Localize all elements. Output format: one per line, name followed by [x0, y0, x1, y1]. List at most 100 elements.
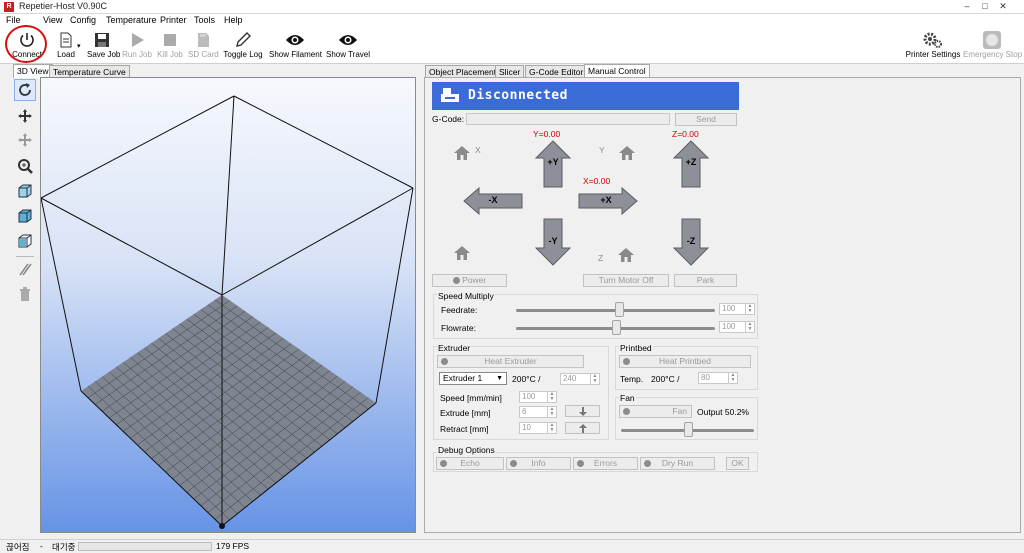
cube-top-icon[interactable]: [14, 230, 36, 252]
tab-3d-view[interactable]: 3D View: [13, 64, 53, 78]
trash-icon[interactable]: [14, 283, 36, 305]
dry-run-label: Dry Run: [661, 458, 694, 468]
printbed-temp-label: Temp.: [620, 374, 644, 384]
chevron-down-icon: ▼: [496, 375, 503, 382]
retract-value: 10: [522, 423, 531, 432]
menu-tools[interactable]: Tools: [194, 15, 215, 25]
dry-run-button[interactable]: Dry Run: [640, 457, 715, 470]
show-travel-button[interactable]: Show Travel: [326, 30, 370, 59]
home-y-icon[interactable]: [618, 145, 636, 163]
menu-help[interactable]: Help: [224, 15, 243, 25]
retract-spinner[interactable]: 10 ▲ ▼: [519, 422, 557, 434]
close-icon[interactable]: ✕: [994, 0, 1012, 12]
turn-motor-off-button[interactable]: Turn Motor Off: [583, 274, 669, 287]
info-led-icon: [510, 460, 517, 467]
save-job-button[interactable]: Save Job: [87, 30, 120, 59]
menu-printer[interactable]: Printer: [160, 15, 187, 25]
sd-card-button[interactable]: SD Card: [188, 30, 219, 59]
move-icon[interactable]: [14, 105, 36, 127]
extruder-speed-label: Speed [mm/min]: [440, 393, 502, 403]
cube-front-icon[interactable]: [14, 205, 36, 227]
window-title: Repetier-Host V0.90C: [19, 1, 108, 11]
cube-iso-icon[interactable]: [14, 180, 36, 202]
kill-job-button[interactable]: Kill Job: [156, 30, 184, 59]
feedrate-spinner[interactable]: 100 ▲ ▼: [719, 303, 755, 315]
extruder-speed-spinner[interactable]: 100 ▲ ▼: [519, 391, 557, 403]
power-button[interactable]: Power: [432, 274, 507, 287]
extruder-target-spinner[interactable]: 240 ▲ ▼: [560, 373, 600, 385]
load-button[interactable]: Load: [53, 30, 79, 59]
3d-viewport[interactable]: [40, 77, 416, 533]
spinner-arrows-icon[interactable]: ▲ ▼: [745, 322, 754, 332]
extruder-select[interactable]: Extruder 1 ▼: [439, 372, 507, 385]
show-filament-button[interactable]: Show Filament: [269, 30, 322, 59]
status-separator: -: [40, 541, 43, 551]
connection-state: 끊어짐: [6, 542, 30, 552]
echo-button[interactable]: Echo: [436, 457, 504, 470]
tab-manual-control[interactable]: Manual Control: [584, 64, 650, 78]
load-dropdown-icon[interactable]: ▾: [77, 42, 81, 50]
gcode-input[interactable]: [466, 113, 670, 125]
extruder-current-temp: 200°C /: [512, 374, 541, 384]
info-button[interactable]: Info: [506, 457, 571, 470]
spinner-arrows-icon[interactable]: ▲ ▼: [728, 373, 737, 383]
retract-button[interactable]: [565, 422, 600, 434]
title-bar: R Repetier-Host V0.90C – □ ✕: [0, 0, 1024, 14]
zoom-icon[interactable]: [14, 155, 36, 177]
heat-printbed-button[interactable]: Heat Printbed: [619, 355, 751, 368]
rotate-icon[interactable]: [14, 79, 36, 101]
move-object-icon[interactable]: [14, 129, 36, 151]
eye-icon: [326, 30, 370, 50]
errors-button[interactable]: Errors: [573, 457, 638, 470]
fan-button[interactable]: Fan: [619, 405, 692, 418]
heat-extruder-button[interactable]: Heat Extruder: [437, 355, 584, 368]
menu-config[interactable]: Config: [70, 15, 96, 25]
feedrate-slider-thumb[interactable]: [615, 302, 625, 317]
extrude-spinner[interactable]: 6 ▲ ▼: [519, 406, 557, 418]
jog-plus-x-button[interactable]: +X: [578, 186, 638, 216]
toggle-log-button[interactable]: Toggle Log: [223, 30, 263, 59]
floppy-icon: [87, 30, 117, 50]
home-z-icon[interactable]: [617, 247, 635, 265]
jog-plus-z-label: +Z: [685, 157, 697, 167]
power-led-icon: [452, 277, 460, 285]
menu-file[interactable]: File: [6, 15, 21, 25]
spinner-arrows-icon[interactable]: ▲ ▼: [547, 423, 556, 433]
home-all-icon[interactable]: [453, 145, 471, 163]
spinner-arrows-icon[interactable]: ▲ ▼: [590, 374, 599, 384]
extrude-label: Extrude [mm]: [440, 408, 491, 418]
jog-minus-y-button[interactable]: -Y: [534, 218, 572, 266]
minimize-icon[interactable]: –: [958, 0, 976, 12]
flowrate-spinner[interactable]: 100 ▲ ▼: [719, 321, 755, 333]
maximize-icon[interactable]: □: [976, 0, 994, 12]
spinner-arrows-icon[interactable]: ▲ ▼: [745, 304, 754, 314]
jog-plus-y-label: +Y: [547, 157, 559, 167]
feedrate-value: 100: [722, 304, 736, 313]
jog-minus-y-label: -Y: [548, 236, 558, 246]
axis-z-label: Z: [598, 253, 604, 263]
jog-minus-z-button[interactable]: -Z: [672, 218, 710, 266]
menu-view[interactable]: View: [43, 15, 62, 25]
jog-plus-z-button[interactable]: +Z: [672, 140, 710, 188]
flowrate-slider-thumb[interactable]: [611, 320, 621, 335]
park-button[interactable]: Park: [674, 274, 737, 287]
printbed-target-spinner[interactable]: 80 ▲ ▼: [698, 372, 738, 384]
menu-temperature[interactable]: Temperature: [106, 15, 157, 25]
extrude-button[interactable]: [565, 405, 600, 417]
ok-button[interactable]: OK: [726, 457, 749, 470]
view-tools: [12, 79, 40, 309]
retract-label: Retract [mm]: [440, 424, 489, 434]
slice-icon[interactable]: [14, 258, 36, 280]
home-x-icon[interactable]: [453, 245, 471, 263]
toolbar: Connect Load ▾ Save Job Run Job Kill Job…: [0, 28, 1024, 64]
spinner-arrows-icon[interactable]: ▲ ▼: [547, 392, 556, 402]
send-button[interactable]: Send: [675, 113, 737, 126]
spinner-arrows-icon[interactable]: ▲ ▼: [547, 407, 556, 417]
jog-plus-y-button[interactable]: +Y: [534, 140, 572, 188]
run-job-button[interactable]: Run Job: [122, 30, 152, 59]
jog-minus-x-button[interactable]: -X: [463, 186, 523, 216]
arrow-down-icon: [578, 406, 587, 416]
printer-settings-button[interactable]: Printer Settings: [905, 30, 961, 59]
fan-slider-thumb[interactable]: [683, 422, 693, 437]
emergency-stop-button[interactable]: Emergency Stop: [963, 30, 1022, 59]
